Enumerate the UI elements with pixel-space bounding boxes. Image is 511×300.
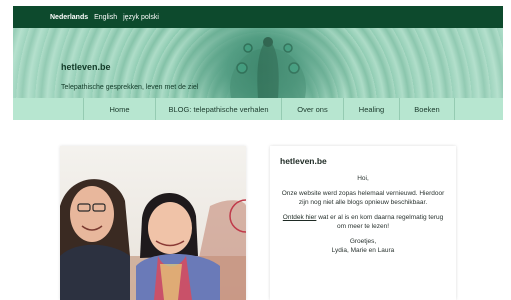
discover-link[interactable]: Ontdek hier [283, 214, 317, 221]
nav-item-blog[interactable]: BLOG: telepathische verhalen [155, 98, 281, 120]
header-banner: hetleven.be Telepathische gesprekken, le… [13, 28, 503, 98]
language-bar: Nederlands English język polski [13, 6, 503, 28]
welcome-cta-text: wat er al is en kom daarna regelmatig te… [318, 214, 444, 230]
nav-item-home[interactable]: Home [83, 98, 155, 120]
site-title[interactable]: hetleven.be [61, 62, 111, 72]
nav-item-healing[interactable]: Healing [343, 98, 399, 120]
welcome-closing: Groetjes, [349, 238, 377, 245]
welcome-greeting: Hoi, [357, 175, 369, 182]
lang-dutch[interactable]: Nederlands [50, 14, 88, 21]
main-navigation: Home BLOG: telepathische verhalen Over o… [13, 98, 503, 120]
welcome-message: Onze website werd zopas helemaal vernieu… [281, 190, 445, 206]
nav-item-about[interactable]: Over ons [281, 98, 343, 120]
welcome-card: hetleven.be Hoi, Onze website werd zopas… [270, 146, 456, 300]
lang-english[interactable]: English [94, 14, 117, 21]
welcome-cta: Ontdek hier wat er al is en kom daarna r… [280, 213, 446, 231]
selfie-photo [60, 146, 246, 300]
lang-polish[interactable]: język polski [123, 14, 159, 21]
nav-item-books[interactable]: Boeken [399, 98, 455, 120]
welcome-signature: Lydia, Marie en Laura [331, 247, 395, 254]
site-tagline: Telepathische gesprekken, leven met de z… [61, 84, 199, 91]
welcome-card-title: hetleven.be [280, 156, 327, 166]
photo-card [60, 146, 246, 300]
